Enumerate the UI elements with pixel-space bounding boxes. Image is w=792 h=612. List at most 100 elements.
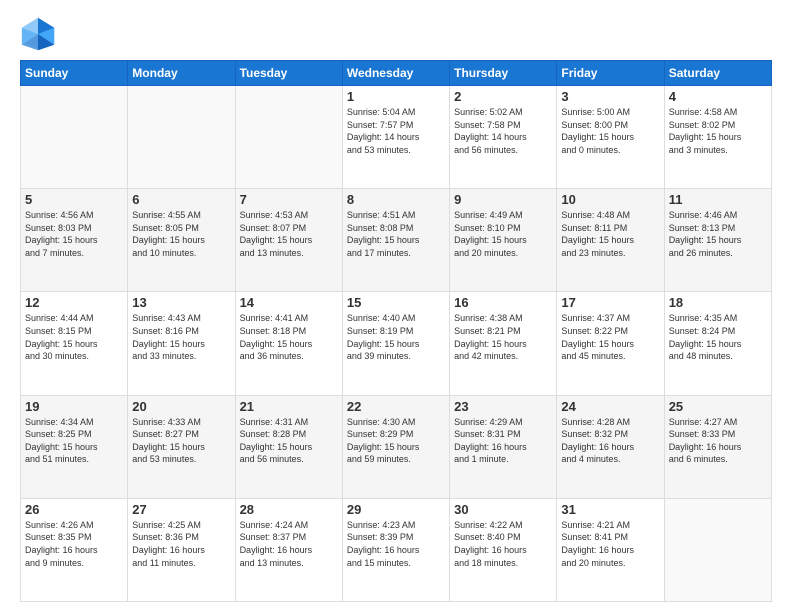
- calendar-week-row: 1 Sunrise: 5:04 AMSunset: 7:57 PMDaylight…: [21, 86, 772, 189]
- day-number: 6: [132, 192, 230, 207]
- day-number: 18: [669, 295, 767, 310]
- day-info: Sunrise: 4:46 AMSunset: 8:13 PMDaylight:…: [669, 209, 767, 259]
- day-info: Sunrise: 4:40 AMSunset: 8:19 PMDaylight:…: [347, 312, 445, 362]
- day-info: Sunrise: 5:02 AMSunset: 7:58 PMDaylight:…: [454, 106, 552, 156]
- calendar-header-thursday: Thursday: [450, 61, 557, 86]
- day-info: Sunrise: 4:51 AMSunset: 8:08 PMDaylight:…: [347, 209, 445, 259]
- day-info: Sunrise: 4:28 AMSunset: 8:32 PMDaylight:…: [561, 416, 659, 466]
- calendar-day-cell: 19 Sunrise: 4:34 AMSunset: 8:25 PMDayligh…: [21, 395, 128, 498]
- calendar-day-cell: 6 Sunrise: 4:55 AMSunset: 8:05 PMDaylight…: [128, 189, 235, 292]
- day-info: Sunrise: 4:43 AMSunset: 8:16 PMDaylight:…: [132, 312, 230, 362]
- calendar-day-cell: [128, 86, 235, 189]
- day-number: 23: [454, 399, 552, 414]
- day-number: 13: [132, 295, 230, 310]
- calendar-day-cell: 18Sunrise: 4:35 AMSunset: 8:24 PMDayligh…: [664, 292, 771, 395]
- calendar-day-cell: 14 Sunrise: 4:41 AMSunset: 8:18 PMDayligh…: [235, 292, 342, 395]
- calendar-day-cell: [235, 86, 342, 189]
- calendar-day-cell: 7Sunrise: 4:53 AMSunset: 8:07 PMDaylight…: [235, 189, 342, 292]
- day-info: Sunrise: 4:22 AMSunset: 8:40 PMDaylight:…: [454, 519, 552, 569]
- day-number: 8: [347, 192, 445, 207]
- day-number: 29: [347, 502, 445, 517]
- calendar-day-cell: 1 Sunrise: 5:04 AMSunset: 7:57 PMDaylight…: [342, 86, 449, 189]
- day-info: Sunrise: 4:44 AMSunset: 8:15 PMDaylight:…: [25, 312, 123, 362]
- day-info: Sunrise: 4:48 AMSunset: 8:11 PMDaylight:…: [561, 209, 659, 259]
- day-info: Sunrise: 4:24 AMSunset: 8:37 PMDaylight:…: [240, 519, 338, 569]
- calendar-header-wednesday: Wednesday: [342, 61, 449, 86]
- calendar-week-row: 19 Sunrise: 4:34 AMSunset: 8:25 PMDayligh…: [21, 395, 772, 498]
- day-info: Sunrise: 4:23 AMSunset: 8:39 PMDaylight:…: [347, 519, 445, 569]
- calendar-day-cell: 2Sunrise: 5:02 AMSunset: 7:58 PMDaylight…: [450, 86, 557, 189]
- day-info: Sunrise: 5:00 AMSunset: 8:00 PMDaylight:…: [561, 106, 659, 156]
- calendar-header-friday: Friday: [557, 61, 664, 86]
- calendar-table: SundayMondayTuesdayWednesdayThursdayFrid…: [20, 60, 772, 602]
- day-number: 22: [347, 399, 445, 414]
- calendar-day-cell: 30 Sunrise: 4:22 AMSunset: 8:40 PMDayligh…: [450, 498, 557, 601]
- day-number: 5: [25, 192, 123, 207]
- day-number: 16: [454, 295, 552, 310]
- day-number: 9: [454, 192, 552, 207]
- calendar-day-cell: 22Sunrise: 4:30 AMSunset: 8:29 PMDayligh…: [342, 395, 449, 498]
- day-number: 27: [132, 502, 230, 517]
- calendar-day-cell: 12Sunrise: 4:44 AMSunset: 8:15 PMDayligh…: [21, 292, 128, 395]
- day-number: 17: [561, 295, 659, 310]
- calendar-day-cell: 15 Sunrise: 4:40 AMSunset: 8:19 PMDayligh…: [342, 292, 449, 395]
- day-number: 30: [454, 502, 552, 517]
- calendar-day-cell: 16 Sunrise: 4:38 AMSunset: 8:21 PMDayligh…: [450, 292, 557, 395]
- calendar-day-cell: 11 Sunrise: 4:46 AMSunset: 8:13 PMDayligh…: [664, 189, 771, 292]
- calendar-day-cell: 29 Sunrise: 4:23 AMSunset: 8:39 PMDayligh…: [342, 498, 449, 601]
- day-number: 11: [669, 192, 767, 207]
- calendar-day-cell: 31 Sunrise: 4:21 AMSunset: 8:41 PMDayligh…: [557, 498, 664, 601]
- day-info: Sunrise: 4:41 AMSunset: 8:18 PMDaylight:…: [240, 312, 338, 362]
- page: SundayMondayTuesdayWednesdayThursdayFrid…: [0, 0, 792, 612]
- day-number: 14: [240, 295, 338, 310]
- calendar-day-cell: 17 Sunrise: 4:37 AMSunset: 8:22 PMDayligh…: [557, 292, 664, 395]
- day-number: 24: [561, 399, 659, 414]
- day-number: 28: [240, 502, 338, 517]
- day-number: 19: [25, 399, 123, 414]
- calendar-week-row: 5 Sunrise: 4:56 AMSunset: 8:03 PMDaylight…: [21, 189, 772, 292]
- calendar-day-cell: 24 Sunrise: 4:28 AMSunset: 8:32 PMDayligh…: [557, 395, 664, 498]
- logo-icon: [20, 16, 56, 52]
- calendar-day-cell: 26 Sunrise: 4:26 AMSunset: 8:35 PMDayligh…: [21, 498, 128, 601]
- day-info: Sunrise: 4:26 AMSunset: 8:35 PMDaylight:…: [25, 519, 123, 569]
- header: [20, 16, 772, 52]
- day-info: Sunrise: 4:56 AMSunset: 8:03 PMDaylight:…: [25, 209, 123, 259]
- day-number: 15: [347, 295, 445, 310]
- day-info: Sunrise: 4:37 AMSunset: 8:22 PMDaylight:…: [561, 312, 659, 362]
- calendar-day-cell: 8 Sunrise: 4:51 AMSunset: 8:08 PMDaylight…: [342, 189, 449, 292]
- calendar-day-cell: 27 Sunrise: 4:25 AMSunset: 8:36 PMDayligh…: [128, 498, 235, 601]
- day-info: Sunrise: 4:25 AMSunset: 8:36 PMDaylight:…: [132, 519, 230, 569]
- day-info: Sunrise: 4:31 AMSunset: 8:28 PMDaylight:…: [240, 416, 338, 466]
- day-info: Sunrise: 4:27 AMSunset: 8:33 PMDaylight:…: [669, 416, 767, 466]
- day-number: 20: [132, 399, 230, 414]
- calendar-day-cell: 9 Sunrise: 4:49 AMSunset: 8:10 PMDaylight…: [450, 189, 557, 292]
- calendar-header-monday: Monday: [128, 61, 235, 86]
- calendar-week-row: 12Sunrise: 4:44 AMSunset: 8:15 PMDayligh…: [21, 292, 772, 395]
- day-info: Sunrise: 4:34 AMSunset: 8:25 PMDaylight:…: [25, 416, 123, 466]
- day-number: 4: [669, 89, 767, 104]
- calendar-day-cell: 10 Sunrise: 4:48 AMSunset: 8:11 PMDayligh…: [557, 189, 664, 292]
- day-info: Sunrise: 4:21 AMSunset: 8:41 PMDaylight:…: [561, 519, 659, 569]
- day-info: Sunrise: 4:49 AMSunset: 8:10 PMDaylight:…: [454, 209, 552, 259]
- calendar-day-cell: 21 Sunrise: 4:31 AMSunset: 8:28 PMDayligh…: [235, 395, 342, 498]
- day-info: Sunrise: 4:55 AMSunset: 8:05 PMDaylight:…: [132, 209, 230, 259]
- calendar-day-cell: 20 Sunrise: 4:33 AMSunset: 8:27 PMDayligh…: [128, 395, 235, 498]
- day-number: 26: [25, 502, 123, 517]
- day-number: 10: [561, 192, 659, 207]
- day-info: Sunrise: 4:38 AMSunset: 8:21 PMDaylight:…: [454, 312, 552, 362]
- day-number: 21: [240, 399, 338, 414]
- day-info: Sunrise: 5:04 AMSunset: 7:57 PMDaylight:…: [347, 106, 445, 156]
- day-number: 25: [669, 399, 767, 414]
- day-info: Sunrise: 4:29 AMSunset: 8:31 PMDaylight:…: [454, 416, 552, 466]
- logo: [20, 16, 60, 52]
- day-number: 1: [347, 89, 445, 104]
- calendar-day-cell: [21, 86, 128, 189]
- calendar-header-saturday: Saturday: [664, 61, 771, 86]
- calendar-day-cell: 4Sunrise: 4:58 AMSunset: 8:02 PMDaylight…: [664, 86, 771, 189]
- day-number: 31: [561, 502, 659, 517]
- day-info: Sunrise: 4:33 AMSunset: 8:27 PMDaylight:…: [132, 416, 230, 466]
- calendar-week-row: 26 Sunrise: 4:26 AMSunset: 8:35 PMDayligh…: [21, 498, 772, 601]
- calendar-day-cell: 5 Sunrise: 4:56 AMSunset: 8:03 PMDaylight…: [21, 189, 128, 292]
- day-number: 3: [561, 89, 659, 104]
- calendar-day-cell: 23 Sunrise: 4:29 AMSunset: 8:31 PMDayligh…: [450, 395, 557, 498]
